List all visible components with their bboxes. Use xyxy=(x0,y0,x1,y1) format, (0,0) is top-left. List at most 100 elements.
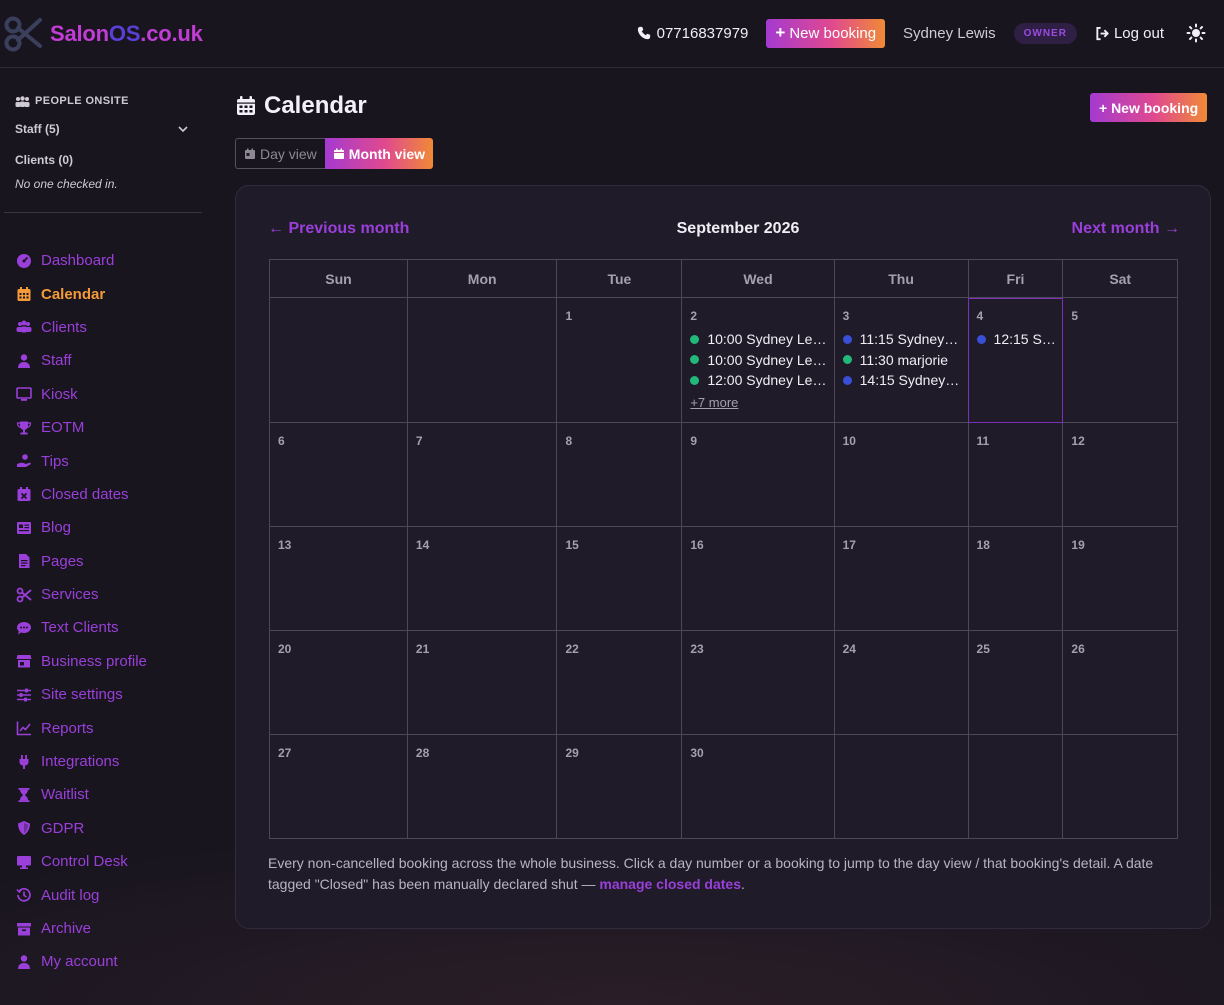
sidebar-item-kiosk[interactable]: Kiosk xyxy=(16,378,206,411)
day-number[interactable]: 14 xyxy=(416,538,429,552)
sidebar-item-label: Dashboard xyxy=(41,252,115,270)
day-cell: 25 xyxy=(967,630,1064,735)
brand-part-salon: Salon xyxy=(50,21,109,46)
sidebar-item-label: Pages xyxy=(41,552,84,570)
day-cell: 30 xyxy=(681,734,835,839)
day-number[interactable]: 7 xyxy=(416,434,423,448)
month-view-button[interactable]: Month view xyxy=(324,138,434,169)
calendar-month-icon xyxy=(333,148,344,159)
sidebar-item-label: Clients xyxy=(41,318,87,336)
day-number[interactable]: 22 xyxy=(565,642,578,656)
day-number[interactable]: 24 xyxy=(843,642,856,656)
day-cell: 12 xyxy=(1062,422,1178,527)
day-cell: 4 12:15 Sydney Lewis xyxy=(967,297,1064,423)
phone-link[interactable]: 07716837979 xyxy=(637,24,749,42)
month-view-label: Month view xyxy=(348,145,426,162)
sidebar-item-closed-dates[interactable]: Closed dates xyxy=(16,478,206,511)
booking-item[interactable]: 10:00 Sydney Lewis xyxy=(690,350,828,371)
day-cell: 1 xyxy=(556,297,683,423)
day-cell: 7 xyxy=(406,422,558,527)
day-number[interactable]: 3 xyxy=(843,309,850,323)
phone-number: 07716837979 xyxy=(656,24,749,42)
sidebar-item-text-clients[interactable]: Text Clients xyxy=(16,611,206,644)
day-number[interactable]: 29 xyxy=(565,746,578,760)
sidebar-item-business-profile[interactable]: Business profile xyxy=(16,645,206,678)
sidebar-item-audit-log[interactable]: Audit log xyxy=(16,878,206,911)
sidebar-item-clients[interactable]: Clients xyxy=(16,311,206,344)
logout-button[interactable]: Log out xyxy=(1095,25,1164,42)
day-number[interactable]: 20 xyxy=(278,642,291,656)
sidebar-item-reports[interactable]: Reports xyxy=(16,711,206,744)
day-number[interactable]: 13 xyxy=(278,538,291,552)
sidebar-item-archive[interactable]: Archive xyxy=(16,912,206,945)
day-number[interactable]: 27 xyxy=(278,746,291,760)
header-new-booking-button[interactable]: + New booking xyxy=(766,18,886,48)
sidebar-item-control-desk[interactable]: Control Desk xyxy=(16,845,206,878)
day-number[interactable]: 19 xyxy=(1071,538,1084,552)
day-view-label: Day view xyxy=(260,145,317,162)
booking-item[interactable]: 11:15 Sydney Lewis xyxy=(842,329,962,350)
weekday-header: Mon xyxy=(406,259,558,298)
day-number[interactable]: 10 xyxy=(843,434,856,448)
sidebar-nav: Dashboard Calendar Clients Staff Kiosk EOTM Ti… xyxy=(16,244,206,979)
day-number[interactable]: 28 xyxy=(416,746,429,760)
day-cell: 16 xyxy=(681,526,835,631)
week-row: 1 2 10:00 Sydney Lewis 10:00 Sydney Lewis 12… xyxy=(269,297,1178,423)
next-month-link[interactable]: Next month → xyxy=(1072,220,1180,238)
people-onsite-title: PEOPLE ONSITE xyxy=(15,95,195,107)
booking-item[interactable]: 12:00 Sydney Lewis xyxy=(690,370,828,391)
sidebar-item-services[interactable]: Services xyxy=(16,578,206,611)
sidebar-item-tips[interactable]: Tips xyxy=(16,444,206,477)
sidebar-item-my-account[interactable]: My account xyxy=(16,945,206,978)
footnote-end: . xyxy=(741,876,745,892)
day-number[interactable]: 5 xyxy=(1071,309,1078,323)
sidebar-item-site-settings[interactable]: Site settings xyxy=(16,678,206,711)
monitor-icon xyxy=(17,855,31,869)
sidebar-item-eotm[interactable]: EOTM xyxy=(16,411,206,444)
sidebar-item-staff[interactable]: Staff xyxy=(16,344,206,377)
day-number[interactable]: 23 xyxy=(690,642,703,656)
day-number[interactable]: 8 xyxy=(565,434,572,448)
month-navigation: ← Previous month September 2026 Next mon… xyxy=(268,220,1180,242)
sidebar-item-pages[interactable]: Pages xyxy=(16,545,206,578)
sidebar-item-label: Calendar xyxy=(41,285,106,303)
sidebar-item-gdpr[interactable]: GDPR xyxy=(16,812,206,845)
new-booking-button[interactable]: + New booking xyxy=(1090,93,1208,122)
day-view-button[interactable]: Day view xyxy=(235,138,325,169)
sidebar-item-waitlist[interactable]: Waitlist xyxy=(16,778,206,811)
day-number[interactable]: 18 xyxy=(977,538,990,552)
manage-closed-dates-link[interactable]: manage closed dates xyxy=(599,876,741,892)
brand-logo[interactable]: SalonOS.co.uk xyxy=(4,14,203,54)
booking-item[interactable]: 11:30 marjorie xyxy=(842,350,962,371)
sidebar-item-calendar[interactable]: Calendar xyxy=(16,277,206,310)
sidebar-item-dashboard[interactable]: Dashboard xyxy=(16,244,206,277)
day-number[interactable]: 21 xyxy=(416,642,429,656)
more-bookings-link[interactable]: +7 more xyxy=(690,395,827,410)
day-cell: 10 xyxy=(833,422,969,527)
day-number[interactable]: 25 xyxy=(977,642,990,656)
day-number[interactable]: 6 xyxy=(278,434,285,448)
staff-onsite-toggle[interactable]: Staff (5) xyxy=(15,122,195,136)
day-number[interactable]: 15 xyxy=(565,538,578,552)
sidebar-item-integrations[interactable]: Integrations xyxy=(16,745,206,778)
day-number[interactable]: 1 xyxy=(565,309,572,323)
scissors-logo-icon xyxy=(4,16,42,52)
day-number[interactable]: 17 xyxy=(843,538,856,552)
sidebar-item-blog[interactable]: Blog xyxy=(16,511,206,544)
day-number[interactable]: 2 xyxy=(690,309,697,323)
day-number[interactable]: 9 xyxy=(690,434,697,448)
week-row: 27 28 29 30 xyxy=(269,734,1178,839)
day-number[interactable]: 30 xyxy=(690,746,703,760)
booking-item[interactable]: 14:15 Sydney Lewis xyxy=(842,370,962,391)
day-number[interactable]: 4 xyxy=(977,309,984,323)
booking-item[interactable]: 10:00 Sydney Lewis xyxy=(690,329,828,350)
day-cell: 15 xyxy=(556,526,683,631)
day-number[interactable]: 26 xyxy=(1071,642,1084,656)
booking-status-dot xyxy=(690,355,700,365)
theme-toggle[interactable] xyxy=(1186,23,1206,43)
day-number[interactable]: 12 xyxy=(1071,434,1084,448)
booking-item[interactable]: 12:15 Sydney Lewis xyxy=(976,329,1056,350)
day-number[interactable]: 11 xyxy=(977,434,990,448)
day-number[interactable]: 16 xyxy=(690,538,703,552)
weekday-header: Sat xyxy=(1062,259,1178,298)
